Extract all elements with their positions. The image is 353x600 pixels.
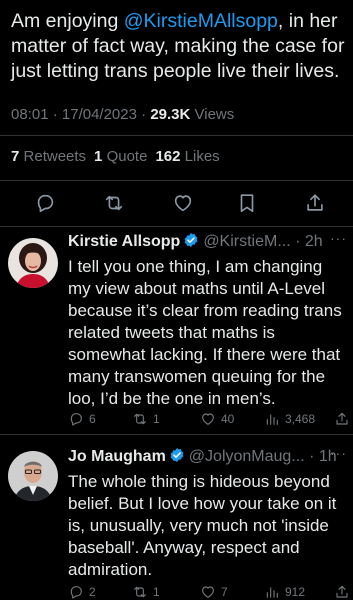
retweets-stat[interactable]: 7 Retweets [11,148,86,165]
like-button[interactable]: 7 [200,582,228,600]
display-name[interactable]: Kirstie Allsopp [68,233,180,250]
quotes-label: Quote [106,148,148,165]
like-icon [202,586,214,598]
retweet-icon [134,586,146,598]
tweet-meta: 08:01 · 17/04/2023 · 29.3K Views [11,106,235,123]
like-count: 7 [221,585,228,599]
divider [0,434,353,435]
reply-header: Jo Maugham @JolyonMaug... · 1h [68,447,337,465]
tweet-time[interactable]: 08:01 [11,106,49,123]
views-count: 29.3K [150,106,191,123]
views-label: Views [194,106,235,123]
reply-time[interactable]: 2h [305,233,323,250]
retweet-button[interactable]: 1 [132,582,160,600]
handle[interactable]: @KirstieM... [203,233,290,250]
avatar[interactable] [8,238,58,288]
views-icon [266,587,278,598]
share-button[interactable] [334,409,353,429]
reply-tweet[interactable]: Kirstie Allsopp @KirstieM... · 2h ··· I t… [0,230,353,432]
reply-button[interactable]: 6 [68,409,96,429]
reply-icon [70,413,82,426]
divider [0,135,353,136]
retweets-count: 7 [11,148,20,165]
verified-badge-icon [169,447,185,463]
likes-stat[interactable]: 162 Likes [155,148,219,165]
handle[interactable]: @JolyonMaug... [189,448,305,465]
retweets-label: Retweets [23,148,87,165]
quotes-stat[interactable]: 1 Quote [94,148,147,165]
views-button[interactable]: 3,468 [264,409,315,429]
share-icon [336,585,348,598]
likes-label: Likes [184,148,220,165]
views-button[interactable]: 912 [264,582,305,600]
mention-link[interactable]: @KirstieMAllsopp [124,10,278,32]
tweet-stats: 7 Retweets 1 Quote 162 Likes [11,148,220,165]
more-options-icon[interactable]: ··· [330,230,347,246]
reply-icon[interactable] [34,192,56,214]
views-icon [266,414,278,425]
reply-header: Kirstie Allsopp @KirstieM... · 2h [68,232,323,250]
retweet-count: 1 [153,412,160,426]
tweet-text: Am enjoying @KirstieMAllsopp, in her mat… [11,9,347,84]
share-icon [336,412,348,425]
views-count: 912 [285,585,306,599]
reply-count: 6 [89,412,96,426]
reply-action-bar: 2 1 7 912 [68,582,353,600]
like-button[interactable]: 40 [200,409,234,429]
divider [0,226,353,227]
bookmark-icon[interactable] [236,192,258,214]
retweet-button[interactable]: 1 [132,409,160,429]
divider [0,180,353,181]
quotes-count: 1 [94,148,103,165]
tweet-action-bar [0,188,353,218]
reply-text: I tell you one thing, I am changing my v… [68,257,342,408]
retweet-count: 1 [153,585,160,599]
display-name[interactable]: Jo Maugham [68,448,166,465]
views-count: 3,468 [285,412,316,426]
retweet-icon[interactable] [103,192,125,214]
tweet-text-start: Am enjoying [11,10,124,32]
share-button[interactable] [334,582,353,600]
reply-button[interactable]: 2 [68,582,96,600]
reply-icon [70,586,82,599]
verified-badge-icon [183,232,199,248]
avatar[interactable] [8,451,58,501]
like-count: 40 [221,412,235,426]
reply-tweet[interactable]: Jo Maugham @JolyonMaug... · 1h ··· The wh… [0,445,353,600]
reply-count: 2 [89,585,96,599]
retweet-icon [134,413,146,425]
more-options-icon[interactable]: ··· [330,445,347,461]
tweet-date[interactable]: 17/04/2023 [62,106,137,123]
like-icon[interactable] [172,192,194,214]
like-icon [202,413,214,425]
share-icon[interactable] [304,192,326,214]
reply-action-bar: 6 1 40 3,468 [68,409,353,429]
reply-text: The whole thing is hideous beyond belief… [68,472,337,579]
likes-count: 162 [155,148,181,165]
